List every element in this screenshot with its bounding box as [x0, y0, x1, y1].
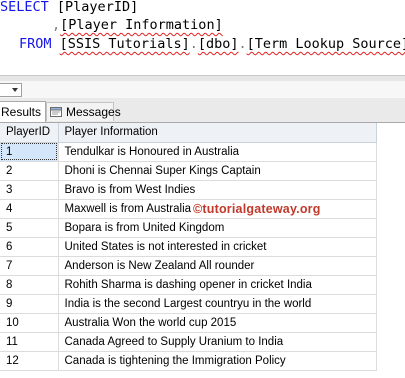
code-line-2: ,[Player Information] [52, 16, 223, 35]
cell-playerid[interactable]: 8 [0, 275, 59, 295]
table-row[interactable]: 1 Tendulkar is Honoured in Australia [0, 142, 377, 162]
cell-player-information[interactable]: United States is not interested in crick… [58, 237, 377, 257]
cell-playerid[interactable]: 10 [0, 313, 59, 333]
cell-playerid[interactable]: 7 [0, 256, 59, 276]
editor-status-strip [0, 81, 405, 98]
cell-playerid[interactable]: 9 [0, 294, 59, 314]
cell-player-information[interactable]: Dhoni is Chennai Super Kings Captain [58, 161, 377, 181]
sql-editor[interactable]: SELECT [PlayerID] ,[Player Information] … [0, 0, 405, 75]
code-line-3: FROM [SSIS Tutorials].[dbo].[Term Lookup… [19, 35, 405, 54]
header-row: PlayerID Player Information [0, 123, 377, 143]
table-row[interactable]: 3 Bravo is from West Indies [0, 180, 377, 200]
keyword-from: FROM [19, 36, 52, 52]
tab-messages-label: Messages [66, 105, 121, 119]
database-name: [SSIS Tutorials] [59, 36, 190, 52]
cell-player-information[interactable]: Rohith Sharma is dashing opener in crick… [58, 275, 377, 295]
table-row[interactable]: 10 Australia Won the world cup 2015 [0, 313, 377, 333]
cell-player-information[interactable]: Canada is tightening the Immigration Pol… [58, 351, 377, 371]
cell-playerid[interactable]: 5 [0, 218, 59, 238]
cell-player-information[interactable]: Australia Won the world cup 2015 [58, 313, 377, 333]
table-row[interactable]: 7 Anderson is New Zealand All rounder [0, 256, 377, 276]
column-header-player-information[interactable]: Player Information [58, 123, 377, 143]
schema-name: [dbo] [197, 36, 239, 52]
cell-playerid[interactable]: 12 [0, 351, 59, 371]
cell-player-information[interactable]: India is the second Largest countryu in … [58, 294, 377, 314]
watermark-text: ©tutorialgateway.org [193, 202, 321, 216]
cell-player-information[interactable]: Tendulkar is Honoured in Australia [58, 142, 377, 162]
cell-playerid[interactable]: 6 [0, 237, 59, 257]
tab-results[interactable]: Results [0, 101, 46, 122]
table-row[interactable]: 12 Canada is tightening the Immigration P… [0, 351, 377, 371]
cell-player-information[interactable]: Canada Agreed to Supply Uranium to India [58, 332, 377, 352]
table-name: [Term Lookup Source] [246, 36, 405, 52]
messages-icon [50, 106, 62, 118]
cell-playerid[interactable]: 1 [0, 142, 59, 162]
table-row[interactable]: 8 Rohith Sharma is dashing opener in cric… [0, 275, 377, 295]
cell-player-information[interactable]: Anderson is New Zealand All rounder [58, 256, 377, 276]
zoom-dropdown[interactable] [0, 83, 22, 97]
cell-player-information[interactable]: Bravo is from West Indies [58, 180, 377, 200]
dot-separator: . [238, 36, 247, 52]
cell-playerid[interactable]: 11 [0, 332, 59, 352]
table-row[interactable]: 5 Bopara is from United Kingdom [0, 218, 377, 238]
results-grid[interactable]: PlayerID Player Information 1 Tendulkar i… [0, 123, 405, 378]
cell-playerid[interactable]: 3 [0, 180, 59, 200]
cell-playerid[interactable]: 2 [0, 161, 59, 181]
column-player-information: [Player Information] [60, 17, 223, 33]
code-line-1: SELECT [PlayerID] [0, 0, 138, 17]
table-row[interactable]: 2 Dhoni is Chennai Super Kings Captain [0, 161, 377, 181]
tab-messages[interactable]: Messages [46, 102, 121, 121]
table-row[interactable]: 9 India is the second Largest countryu in… [0, 294, 377, 314]
cell-playerid[interactable]: 4 [0, 199, 59, 219]
table-row[interactable]: 11 Canada Agreed to Supply Uranium to Ind… [0, 332, 377, 352]
comma: , [52, 17, 61, 33]
results-tabbar: Results Messages [0, 98, 405, 123]
chevron-down-icon [12, 88, 18, 92]
column-header-playerid[interactable]: PlayerID [0, 123, 59, 143]
column-playerid: [PlayerID] [56, 0, 139, 15]
dot-separator: . [189, 36, 198, 52]
tab-results-label: Results [1, 105, 42, 119]
results-table: PlayerID Player Information 1 Tendulkar i… [0, 123, 377, 371]
keyword-select: SELECT [0, 0, 49, 15]
table-row[interactable]: 6 United States is not interested in cric… [0, 237, 377, 257]
cell-player-information[interactable]: Bopara is from United Kingdom [58, 218, 377, 238]
